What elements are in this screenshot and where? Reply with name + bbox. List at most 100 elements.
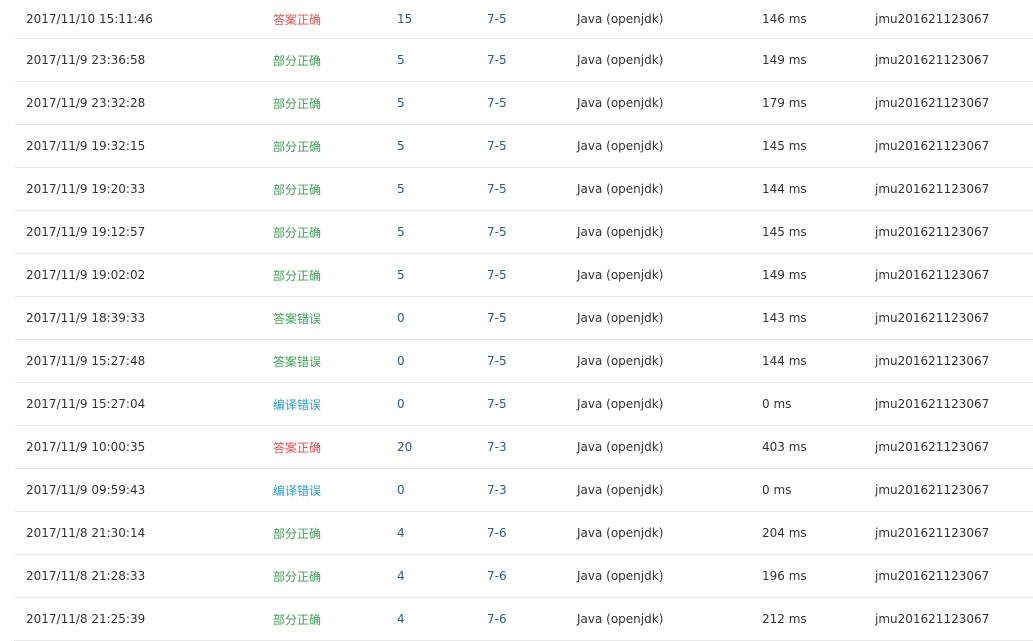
submission-run-time: 0 ms	[762, 397, 792, 411]
table-row[interactable]: 2017/11/8 21:30:14 部分正确 4 7-6 Java (open…	[14, 512, 1033, 555]
submission-time: 2017/11/9 19:32:15	[26, 139, 146, 153]
submission-language: Java (openjdk)	[577, 268, 664, 282]
submission-run-time: 179 ms	[762, 96, 807, 110]
submission-status-link[interactable]: 部分正确	[273, 168, 321, 210]
submission-user: jmu201621123067	[875, 139, 990, 153]
submission-language: Java (openjdk)	[577, 12, 664, 26]
submission-run-time: 204 ms	[762, 526, 807, 540]
submission-time: 2017/11/9 18:39:33	[26, 311, 146, 325]
submission-status-link[interactable]: 答案正确	[273, 426, 321, 468]
submission-run-time: 144 ms	[762, 182, 807, 196]
table-row[interactable]: 2017/11/8 21:25:39 部分正确 4 7-6 Java (open…	[14, 598, 1033, 641]
submission-user: jmu201621123067	[875, 53, 990, 67]
submission-run-time: 146 ms	[762, 12, 807, 26]
table-row[interactable]: 2017/11/9 18:39:33 答案错误 0 7-5 Java (open…	[14, 297, 1033, 340]
submission-language: Java (openjdk)	[577, 440, 664, 454]
submission-language: Java (openjdk)	[577, 354, 664, 368]
submission-time: 2017/11/9 09:59:43	[26, 483, 146, 497]
submission-status-link[interactable]: 答案错误	[273, 297, 321, 339]
problem-link[interactable]: 7-5	[487, 297, 507, 339]
submission-time: 2017/11/9 19:12:57	[26, 225, 146, 239]
submission-score: 5	[397, 182, 405, 196]
submission-user: jmu201621123067	[875, 12, 990, 26]
problem-link[interactable]: 7-6	[487, 512, 507, 554]
submission-language: Java (openjdk)	[577, 53, 664, 67]
submission-status-link[interactable]: 答案错误	[273, 340, 321, 382]
submission-language: Java (openjdk)	[577, 96, 664, 110]
submission-status-link[interactable]: 编译错误	[273, 383, 321, 425]
submission-score: 5	[397, 225, 405, 239]
submission-user: jmu201621123067	[875, 354, 990, 368]
table-row[interactable]: 2017/11/9 09:59:43 编译错误 0 7-3 Java (open…	[14, 469, 1033, 512]
submission-status-link[interactable]: 部分正确	[273, 512, 321, 554]
problem-link[interactable]: 7-5	[487, 82, 507, 124]
submission-status-link[interactable]: 部分正确	[273, 254, 321, 296]
submission-run-time: 145 ms	[762, 225, 807, 239]
submission-user: jmu201621123067	[875, 440, 990, 454]
problem-link[interactable]: 7-3	[487, 426, 507, 468]
problem-link[interactable]: 7-5	[487, 39, 507, 81]
submission-score: 20	[397, 440, 413, 454]
submission-user: jmu201621123067	[875, 182, 990, 196]
table-row[interactable]: 2017/11/10 15:11:46 答案正确 15 7-5 Java (op…	[14, 0, 1033, 39]
table-row[interactable]: 2017/11/9 19:02:02 部分正确 5 7-5 Java (open…	[14, 254, 1033, 297]
submission-status-link[interactable]: 部分正确	[273, 598, 321, 640]
submission-run-time: 149 ms	[762, 53, 807, 67]
problem-link[interactable]: 7-5	[487, 125, 507, 167]
problem-link[interactable]: 7-6	[487, 598, 507, 640]
table-row[interactable]: 2017/11/8 21:28:33 部分正确 4 7-6 Java (open…	[14, 555, 1033, 598]
table-row[interactable]: 2017/11/9 23:32:28 部分正确 5 7-5 Java (open…	[14, 82, 1033, 125]
submission-time: 2017/11/8 21:30:14	[26, 526, 146, 540]
submission-user: jmu201621123067	[875, 225, 990, 239]
submission-status-link[interactable]: 编译错误	[273, 469, 321, 511]
table-row[interactable]: 2017/11/9 19:20:33 部分正确 5 7-5 Java (open…	[14, 168, 1033, 211]
problem-link[interactable]: 7-5	[487, 0, 507, 38]
problem-link[interactable]: 7-5	[487, 168, 507, 210]
submission-score: 4	[397, 526, 405, 540]
problem-link[interactable]: 7-5	[487, 211, 507, 253]
submission-time: 2017/11/9 23:32:28	[26, 96, 146, 110]
submission-user: jmu201621123067	[875, 96, 990, 110]
submission-language: Java (openjdk)	[577, 526, 664, 540]
submission-score: 4	[397, 612, 405, 626]
submission-time: 2017/11/9 15:27:48	[26, 354, 146, 368]
problem-link[interactable]: 7-5	[487, 340, 507, 382]
submission-status-link[interactable]: 部分正确	[273, 125, 321, 167]
submission-time: 2017/11/9 19:20:33	[26, 182, 146, 196]
table-row[interactable]: 2017/11/9 19:12:57 部分正确 5 7-5 Java (open…	[14, 211, 1033, 254]
table-row[interactable]: 2017/11/9 23:36:58 部分正确 5 7-5 Java (open…	[14, 39, 1033, 82]
submission-language: Java (openjdk)	[577, 225, 664, 239]
problem-link[interactable]: 7-6	[487, 555, 507, 597]
submission-user: jmu201621123067	[875, 526, 990, 540]
submission-status-link[interactable]: 部分正确	[273, 39, 321, 81]
table-row[interactable]: 2017/11/9 19:32:15 部分正确 5 7-5 Java (open…	[14, 125, 1033, 168]
problem-link[interactable]: 7-5	[487, 383, 507, 425]
submission-score: 5	[397, 268, 405, 282]
submission-run-time: 0 ms	[762, 483, 792, 497]
submission-language: Java (openjdk)	[577, 569, 664, 583]
submission-status-link[interactable]: 答案正确	[273, 0, 321, 38]
submission-score: 4	[397, 569, 405, 583]
submission-language: Java (openjdk)	[577, 483, 664, 497]
problem-link[interactable]: 7-3	[487, 469, 507, 511]
submission-run-time: 403 ms	[762, 440, 807, 454]
submission-time: 2017/11/8 21:25:39	[26, 612, 146, 626]
table-row[interactable]: 2017/11/9 15:27:48 答案错误 0 7-5 Java (open…	[14, 340, 1033, 383]
submission-status-link[interactable]: 部分正确	[273, 555, 321, 597]
submission-time: 2017/11/9 19:02:02	[26, 268, 146, 282]
submission-language: Java (openjdk)	[577, 139, 664, 153]
submission-language: Java (openjdk)	[577, 397, 664, 411]
submission-status-link[interactable]: 部分正确	[273, 211, 321, 253]
submission-user: jmu201621123067	[875, 612, 990, 626]
submission-user: jmu201621123067	[875, 268, 990, 282]
submission-language: Java (openjdk)	[577, 182, 664, 196]
submission-score: 5	[397, 96, 405, 110]
submission-score: 0	[397, 483, 405, 497]
problem-link[interactable]: 7-5	[487, 254, 507, 296]
submission-score: 0	[397, 311, 405, 325]
table-row[interactable]: 2017/11/9 15:27:04 编译错误 0 7-5 Java (open…	[14, 383, 1033, 426]
submission-user: jmu201621123067	[875, 311, 990, 325]
table-row[interactable]: 2017/11/9 10:00:35 答案正确 20 7-3 Java (ope…	[14, 426, 1033, 469]
submission-run-time: 143 ms	[762, 311, 807, 325]
submission-status-link[interactable]: 部分正确	[273, 82, 321, 124]
